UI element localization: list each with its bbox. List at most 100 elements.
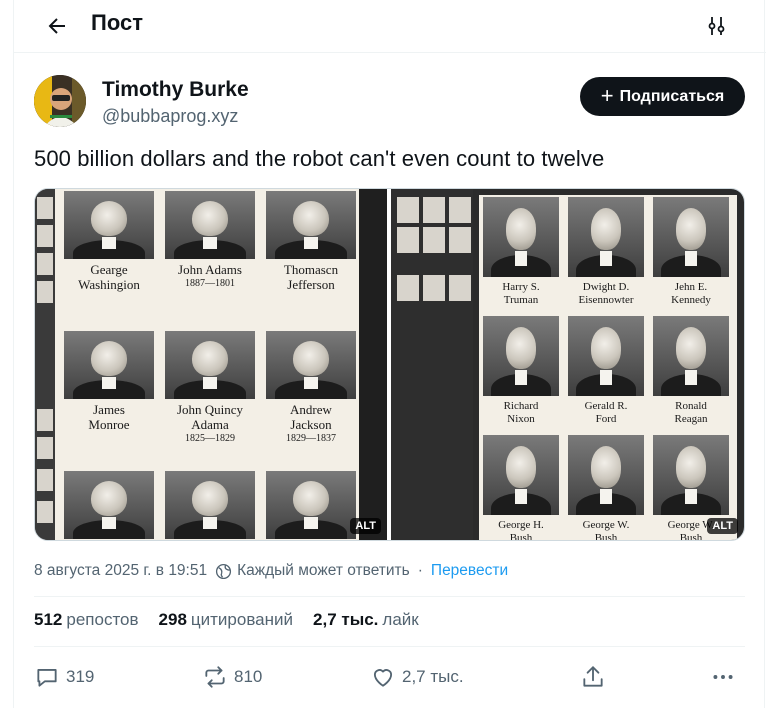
share-button[interactable] (580, 660, 606, 694)
reply-button[interactable]: 319 (34, 660, 94, 694)
caption-line: Jehn E. (674, 281, 708, 293)
repost-icon (205, 666, 225, 688)
caption-line: John Adams (178, 262, 242, 277)
more-button[interactable] (710, 660, 736, 694)
president-portrait (266, 191, 356, 259)
president-caption: Gerald R. Ford (562, 400, 650, 425)
avatar[interactable] (34, 75, 86, 127)
likes-stat[interactable]: 2,7 тыс. лайк (313, 610, 419, 630)
president-caption: Thomascn Jefferson (260, 262, 362, 293)
president-caption: Jehn E. Kennedy (647, 281, 735, 306)
president-caption: Richard Nixon (477, 400, 565, 425)
president-caption: John Quincy Adama 1825—1829 (159, 402, 261, 444)
caption-years: 1829—1837 (286, 432, 336, 444)
caption-line: Gearge (90, 262, 128, 277)
caption-line: Andrew (290, 402, 332, 417)
divider (34, 596, 745, 597)
president-caption: Ronald Reagan (647, 400, 735, 425)
caption-line: John Quincy (176, 402, 244, 417)
caption-line: Bush (509, 531, 533, 540)
caption-line: Monroe (88, 416, 130, 432)
caption-line: Dwight D. (582, 281, 630, 293)
post-page: Пост Timothy Burke @bubbaprog.xyz + Подп… (13, 0, 766, 708)
page-header: Пост (14, 0, 766, 53)
president-caption: John Adams 1887—1801 (159, 262, 261, 289)
president-portrait (483, 435, 559, 515)
sliders-icon (708, 17, 725, 35)
president-portrait (64, 471, 154, 539)
president-caption: Harry S. Truman (477, 281, 565, 306)
president-caption: James Monroe (58, 402, 160, 433)
heart-icon (373, 669, 393, 687)
caption-line: Bush (594, 531, 618, 540)
thumbnail-strip (35, 189, 55, 540)
author-name[interactable]: Timothy Burke (102, 78, 249, 102)
scroll-gutter (359, 189, 387, 540)
president-portrait (165, 191, 255, 259)
caption-line: Washingion (78, 276, 140, 292)
caption-years: 1887—1801 (185, 277, 235, 289)
president-portrait (165, 331, 255, 399)
caption-line: Jackson (290, 416, 332, 432)
caption-line: Kennedy (671, 293, 711, 306)
caption-line: George W. (582, 519, 630, 531)
caption-line: Adama (191, 416, 229, 432)
president-portrait (653, 197, 729, 277)
president-portrait (653, 435, 729, 515)
tune-button[interactable] (700, 9, 734, 43)
reposts-stat[interactable]: 512 репостов (34, 610, 139, 630)
president-portrait (165, 471, 255, 539)
quotes-stat[interactable]: 298 цитирований (159, 610, 293, 630)
president-portrait (653, 316, 729, 396)
caption-line: Harry S. (502, 281, 540, 293)
caption-line: Reagan (674, 412, 708, 425)
like-button[interactable]: 2,7 тыс. (370, 660, 464, 694)
president-portrait (568, 435, 644, 515)
president-caption: Andrew Jackson 1829—1837 (260, 402, 362, 444)
president-portrait (568, 316, 644, 396)
caption-line: Gerald R. (584, 400, 628, 412)
follow-button[interactable]: + Подписаться (580, 77, 745, 116)
plus-icon: + (600, 82, 614, 108)
alt-badge[interactable]: ALT (350, 518, 381, 534)
caption-line: George H. (498, 519, 544, 531)
more-icon (713, 675, 733, 679)
repost-button[interactable]: 810 (202, 660, 262, 694)
president-caption: George W. Bush (562, 519, 650, 540)
caption-line: Jefferson (287, 276, 335, 292)
caption-line: Thomascn (283, 262, 339, 277)
president-portrait (266, 471, 356, 539)
arrow-left-icon (48, 18, 65, 34)
president-portrait (266, 331, 356, 399)
caption-years: 1825—1829 (185, 432, 235, 444)
caption-line: James (93, 402, 125, 417)
separator-dot: · (417, 562, 423, 579)
post-media: Gearge Washingion John Adams 1887—1801 Thoma… (34, 188, 745, 541)
media-image-1[interactable]: Gearge Washingion John Adams 1887—1801 Thoma… (35, 189, 387, 540)
back-button[interactable] (40, 9, 74, 43)
divider (34, 646, 745, 647)
page-title: Пост (91, 10, 143, 35)
president-portrait (483, 316, 559, 396)
translate-link[interactable]: Перевести (431, 562, 508, 580)
reply-setting: Каждый может ответить (237, 562, 410, 579)
caption-line: Eisennowter (578, 293, 634, 306)
post-text: 500 billion dollars and the robot can't … (34, 146, 605, 171)
action-bar: 319 810 2,7 тыс. (34, 660, 745, 694)
timestamp[interactable]: 8 августа 2025 г. в 19:51 (34, 562, 207, 580)
reply-count: 319 (66, 667, 95, 686)
president-portrait (64, 191, 154, 259)
thumbnail-strip (391, 189, 473, 540)
caption-line: Nixon (507, 412, 535, 425)
alt-badge[interactable]: ALT (707, 518, 738, 534)
president-portrait (64, 331, 154, 399)
caption-line: Truman (503, 293, 539, 306)
president-caption: Gearge Washingion (58, 262, 160, 293)
president-portrait (568, 197, 644, 277)
author-handle[interactable]: @bubbaprog.xyz (102, 106, 238, 127)
caption-line: Richard (503, 400, 539, 412)
media-image-2[interactable]: Harry S. Truman Dwight D. Eisennowter Jehn E… (391, 189, 744, 540)
globe-icon (215, 563, 232, 580)
caption-line: Ronald (675, 400, 707, 412)
post-meta: 8 августа 2025 г. в 19:51 Каждый может о… (34, 562, 508, 580)
